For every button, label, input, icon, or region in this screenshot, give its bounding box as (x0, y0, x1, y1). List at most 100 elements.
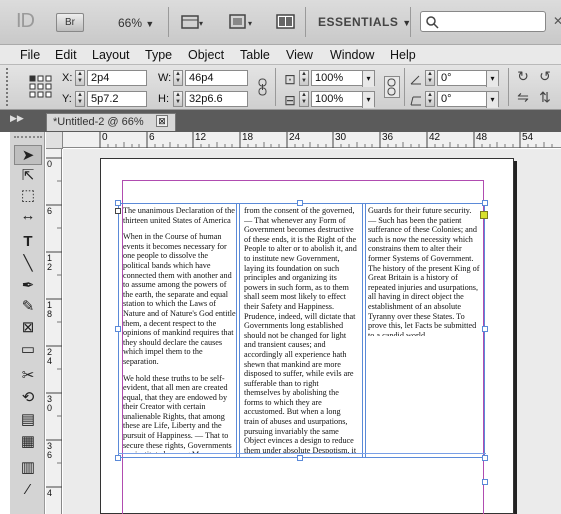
chevron-down-icon[interactable]: ▾ (486, 92, 498, 108)
gradient-swatch-tool-icon[interactable]: ▤ (14, 410, 42, 430)
panel-grip[interactable] (6, 68, 14, 106)
text-frame-out-port[interactable] (480, 211, 488, 219)
gap-tool-icon[interactable]: ↔ (14, 206, 42, 226)
menu-type[interactable]: Type (145, 48, 172, 62)
vertical-ruler[interactable]: 0 6 1 2 1 8 2 4 3 0 3 6 4 (46, 148, 62, 514)
constrain-proportions-button[interactable] (256, 78, 270, 96)
divider (168, 7, 169, 37)
note-tool-icon[interactable]: ▥ (14, 458, 42, 478)
free-transform-tool-icon[interactable]: ⟲ (14, 388, 42, 408)
menu-view[interactable]: View (286, 48, 313, 62)
constrain-scale-button[interactable] (384, 76, 400, 98)
pencil-tool-icon[interactable]: ✎ (14, 297, 42, 317)
frame-handle-lower[interactable] (482, 479, 488, 485)
workspace-switcher[interactable]: ESSENTIALS ▼ (318, 15, 412, 29)
toolbar-grip[interactable] (14, 136, 42, 141)
chevron-down-icon[interactable]: ▾ (362, 92, 374, 108)
ruler-tick-label: 4 (47, 488, 53, 498)
rotate-clockwise-icon[interactable]: ↻ (514, 68, 532, 85)
zoom-level-dropdown[interactable]: 66% ▼ (118, 16, 154, 30)
rotation-stepper[interactable]: ▲ ▼ (425, 70, 435, 86)
w-stepper[interactable]: ▲ ▼ (173, 70, 183, 86)
selection-tool-icon[interactable]: ➤ (14, 145, 42, 165)
chevron-down-icon: ▼ (145, 19, 155, 29)
arrange-documents-button[interactable] (276, 13, 296, 31)
h-stepper[interactable]: ▲ ▼ (173, 91, 183, 107)
expand-panels-icon[interactable]: ▶▶ (10, 113, 24, 124)
ruler-tick-label: 6 (47, 206, 53, 216)
scale-x-field[interactable]: 100% ▾ (311, 70, 375, 87)
y-stepper[interactable]: ▲ ▼ (75, 91, 85, 107)
screen-mode-button[interactable]: ▾ (227, 12, 257, 32)
frame-handle-top-center[interactable] (297, 200, 303, 206)
frame-handle-middle-left[interactable] (115, 326, 121, 332)
control-panel: X: ▲ ▼ 2p4 Y: ▲ ▼ 5p7.2 W: ▲ ▼ 46p4 H: ▲ ▼ 3… (0, 65, 561, 110)
frame-handle-middle-right[interactable] (482, 326, 488, 332)
shear-stepper[interactable]: ▲ ▼ (425, 91, 435, 107)
rotation-field[interactable]: 0° ▾ (437, 70, 499, 87)
column-gutter (362, 204, 363, 457)
scale-y-field[interactable]: 100% ▾ (311, 91, 375, 108)
rotate-counterclockwise-icon[interactable]: ↺ (536, 68, 554, 85)
indesign-logo: ID (16, 10, 35, 32)
eyedropper-tool-icon[interactable]: ⁄ (14, 480, 42, 500)
application-bar: ID Br 66% ▼ ▾ ▾ ESSENTIALS ▼ ✕ (0, 0, 561, 45)
flip-vertical-icon[interactable]: ⇅ (536, 89, 554, 106)
view-options-button[interactable]: ▾ (180, 12, 204, 32)
column-gutter (365, 204, 366, 457)
type-tool-icon[interactable]: T (14, 232, 42, 252)
divider (305, 7, 306, 37)
y-field[interactable]: 5p7.2 (87, 91, 147, 107)
text-column-1[interactable]: The unanimous Declaration of the thirtee… (123, 206, 236, 453)
line-tool-icon[interactable]: ╲ (14, 254, 42, 274)
menu-table[interactable]: Table (240, 48, 270, 62)
divider (508, 68, 509, 106)
menu-file[interactable]: File (20, 48, 40, 62)
menu-object[interactable]: Object (188, 48, 224, 62)
search-field[interactable] (420, 11, 546, 32)
close-icon[interactable]: ✕ (553, 14, 561, 28)
frame-handle-bottom-left[interactable] (115, 455, 121, 461)
chevron-down-icon[interactable]: ▾ (486, 71, 498, 87)
bridge-button[interactable]: Br (56, 13, 84, 32)
scale-x-stepper[interactable]: ▲ ▼ (299, 70, 309, 86)
reference-point-locator[interactable] (28, 74, 54, 100)
scale-y-stepper[interactable]: ▲ ▼ (299, 91, 309, 107)
text-frame-in-port[interactable] (115, 208, 121, 214)
paragraph: Guards for their future security. — Such… (368, 206, 480, 336)
rectangle-tool-icon[interactable]: ▭ (14, 340, 42, 360)
page-tool-icon[interactable]: ⬚ (14, 186, 42, 206)
scissors-tool-icon[interactable]: ✂ (14, 366, 42, 386)
menu-window[interactable]: Window (330, 48, 374, 62)
chevron-down-icon[interactable]: ▾ (362, 71, 374, 87)
menu-help[interactable]: Help (390, 48, 416, 62)
x-stepper[interactable]: ▲ ▼ (75, 70, 85, 86)
pen-tool-icon[interactable]: ✒ (14, 276, 42, 296)
rotation-value: 0° (441, 72, 452, 84)
text-column-2[interactable]: from the consent of the governed, — That… (244, 206, 357, 453)
height-field[interactable]: 32p6.6 (185, 91, 248, 107)
frame-handle-top-right[interactable] (482, 200, 488, 206)
x-label: X: (62, 72, 73, 84)
frame-handle-bottom-right[interactable] (482, 455, 488, 461)
gradient-feather-tool-icon[interactable]: ▦ (14, 432, 42, 452)
view-options-icon: ▾ (181, 15, 203, 29)
svg-text:▾: ▾ (248, 19, 252, 28)
flip-horizontal-icon[interactable]: ⇋ (514, 89, 532, 106)
rectangle-frame-tool-icon[interactable]: ⊠ (14, 318, 42, 338)
direct-selection-tool-icon[interactable]: ⇱ (14, 166, 42, 186)
menu-layout[interactable]: Layout (92, 48, 130, 62)
x-field[interactable]: 2p4 (87, 70, 147, 86)
shear-field[interactable]: 0° ▾ (437, 91, 499, 108)
menu-edit[interactable]: Edit (55, 48, 77, 62)
frame-handle-bottom-center[interactable] (297, 455, 303, 461)
width-field[interactable]: 46p4 (185, 70, 248, 86)
text-column-3[interactable]: Guards for their future security. — Such… (368, 206, 481, 336)
ruler-tick-label: 2 4 (47, 347, 53, 366)
ruler-tick-label: 42 (429, 132, 441, 143)
ruler-origin[interactable] (46, 132, 63, 149)
rotation-angle-icon (409, 72, 423, 86)
horizontal-ruler[interactable]: 0 6 12 18 24 30 36 42 48 54 (46, 132, 561, 148)
close-tab-icon[interactable]: ⊠ (156, 115, 168, 127)
frame-handle-top-left[interactable] (115, 200, 121, 206)
